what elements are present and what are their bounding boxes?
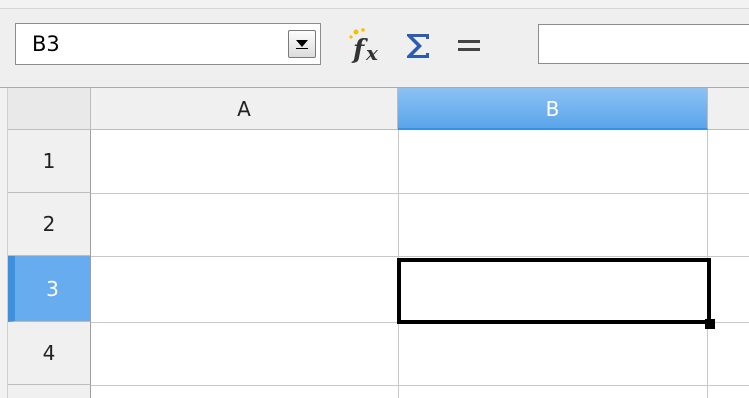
row-header-1[interactable]: 1 [8, 130, 91, 193]
row-header-label: 2 [42, 212, 56, 236]
sum-button[interactable] [403, 30, 437, 62]
window-top-strip [0, 0, 749, 9]
row-header-label: 3 [46, 277, 59, 301]
column-header-label: B [545, 97, 560, 121]
cell-b2[interactable] [398, 193, 707, 256]
row-header-3[interactable]: 3 [8, 256, 91, 322]
select-all-corner[interactable] [8, 88, 91, 130]
function-button[interactable] [456, 30, 496, 62]
cell-b4[interactable] [398, 322, 707, 385]
row-header-5[interactable] [8, 385, 91, 398]
row-header-4[interactable]: 4 [8, 322, 91, 385]
row-header-2[interactable]: 2 [8, 193, 91, 256]
svg-text:x: x [365, 41, 379, 64]
cell-a3[interactable] [91, 256, 398, 322]
sigma-icon [407, 34, 429, 58]
row-header-label: 1 [42, 149, 56, 173]
function-wizard-button[interactable]: f x [347, 28, 391, 65]
spreadsheet-grid: A B 1 2 3 4 [0, 88, 749, 398]
autofill-handle[interactable] [705, 319, 715, 329]
active-cell-b3[interactable] [397, 258, 711, 324]
column-header-a[interactable]: A [91, 88, 398, 130]
name-box-value[interactable]: B3 [32, 32, 60, 56]
cell-a2[interactable] [91, 193, 398, 256]
formula-bar: B3 f x [0, 9, 749, 88]
column-header-label: A [237, 97, 251, 121]
name-box-dropdown-button[interactable] [288, 30, 316, 58]
fx-icon: f x [349, 28, 379, 65]
name-box[interactable]: B3 [15, 23, 321, 65]
formula-input-line[interactable] [538, 24, 749, 64]
chevron-down-icon [296, 40, 308, 49]
cell-b1[interactable] [398, 130, 707, 193]
grid-line [91, 385, 749, 386]
column-header-b[interactable]: B [398, 88, 708, 130]
cell-a1[interactable] [91, 130, 398, 193]
row-header-label: 4 [42, 341, 56, 365]
grid-left-edge [0, 88, 8, 398]
column-header-c[interactable] [708, 88, 749, 130]
equals-icon [458, 40, 480, 51]
cell-a4[interactable] [91, 322, 398, 385]
